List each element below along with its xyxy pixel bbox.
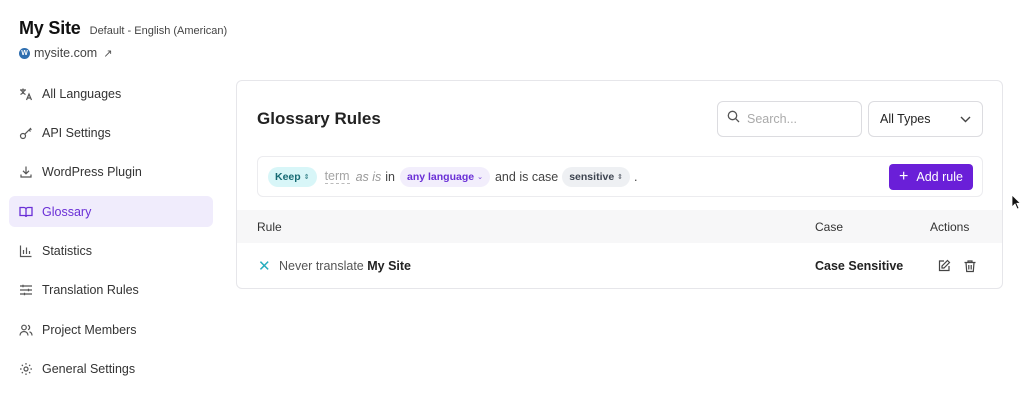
- column-header-case: Case: [815, 220, 844, 234]
- term-input[interactable]: term: [324, 169, 350, 184]
- page-title: Glossary Rules: [257, 109, 381, 128]
- language-select[interactable]: any language ⌄: [400, 166, 490, 187]
- as-is-text: as is: [355, 169, 382, 184]
- action-value: Keep: [275, 170, 301, 183]
- sidebar-item-api-settings[interactable]: API Settings: [9, 117, 213, 148]
- rule-prefix: Never translate: [279, 259, 364, 273]
- wordpress-icon: W: [19, 47, 30, 59]
- trash-icon[interactable]: [962, 258, 978, 274]
- chevron-down-icon: ⌄: [477, 173, 483, 181]
- type-filter-value: All Types: [880, 112, 931, 126]
- sidebar-item-statistics[interactable]: Statistics: [9, 236, 213, 267]
- edit-icon[interactable]: [936, 258, 952, 274]
- book-icon: [19, 205, 33, 219]
- sliders-icon: [19, 283, 33, 297]
- select-caret-icon: ⇕: [617, 173, 624, 181]
- case-text: and is case: [494, 169, 559, 184]
- site-title: My Site: [19, 18, 81, 38]
- sidebar-item-project-members[interactable]: Project Members: [9, 314, 213, 345]
- site-domain-link[interactable]: W mysite.com ↗: [19, 46, 227, 60]
- sidebar-item-label: All Languages: [42, 86, 122, 101]
- site-header: My Site Default - English (American) W m…: [19, 18, 227, 60]
- sidebar-item-label: Glossary: [42, 204, 92, 219]
- rule-text: Never translate My Site: [279, 259, 411, 273]
- key-icon: [19, 126, 33, 140]
- sidebar-item-wordpress-plugin[interactable]: WordPress Plugin: [9, 157, 213, 188]
- rule-case: Case Sensitive: [815, 259, 904, 273]
- type-filter-select[interactable]: All Types: [868, 101, 983, 137]
- table-header: Rule Case Actions: [237, 210, 1002, 243]
- sidebar-item-label: API Settings: [42, 125, 111, 140]
- site-domain[interactable]: mysite.com: [34, 46, 97, 60]
- column-header-rule: Rule: [257, 220, 282, 234]
- sidebar-item-label: Project Members: [42, 322, 137, 337]
- plus-icon: +: [899, 168, 909, 185]
- search-box[interactable]: [717, 101, 862, 137]
- sidebar-item-label: General Settings: [42, 362, 136, 377]
- rule-builder: Keep ⇕ term as is in any language ⌄ and …: [257, 156, 983, 197]
- period-text: .: [634, 169, 638, 184]
- sidebar-item-label: Translation Rules: [42, 283, 139, 298]
- sidebar-item-label: WordPress Plugin: [42, 165, 142, 180]
- never-translate-icon: ✕: [258, 258, 271, 275]
- site-language: Default - English (American): [89, 25, 228, 37]
- glossary-card: Glossary Rules All Types Keep ⇕ term as …: [236, 80, 1003, 289]
- in-text: in: [385, 169, 395, 184]
- case-value: sensitive: [569, 170, 615, 183]
- select-caret-icon: ⇕: [303, 173, 310, 181]
- action-select[interactable]: Keep ⇕: [268, 166, 317, 187]
- sidebar-item-all-languages[interactable]: All Languages: [9, 78, 213, 109]
- sidebar-item-label: Statistics: [42, 244, 93, 259]
- search-input[interactable]: [747, 112, 852, 126]
- search-icon: [727, 110, 740, 128]
- add-rule-button[interactable]: + Add rule: [889, 164, 973, 190]
- rule-term: My Site: [367, 259, 412, 273]
- mouse-cursor-icon: [1011, 194, 1022, 215]
- sidebar-item-general-settings[interactable]: General Settings: [9, 354, 213, 385]
- bar-chart-icon: [19, 244, 33, 258]
- chevron-down-icon: [960, 112, 971, 126]
- case-select[interactable]: sensitive ⇕: [562, 166, 631, 187]
- sidebar-item-glossary[interactable]: Glossary: [9, 196, 213, 228]
- sidebar-item-translation-rules[interactable]: Translation Rules: [9, 275, 213, 306]
- gear-icon: [19, 362, 33, 376]
- sidebar: All Languages API Settings WordPress Plu…: [9, 78, 213, 393]
- users-icon: [19, 323, 33, 337]
- table-row: ✕ Never translate My Site Case Sensitive: [237, 243, 1002, 289]
- download-icon: [19, 165, 33, 179]
- translate-icon: [19, 87, 33, 101]
- column-header-actions: Actions: [930, 220, 970, 234]
- external-link-icon[interactable]: ↗: [103, 47, 112, 60]
- language-value: any language: [407, 170, 475, 183]
- add-rule-label: Add rule: [916, 170, 963, 184]
